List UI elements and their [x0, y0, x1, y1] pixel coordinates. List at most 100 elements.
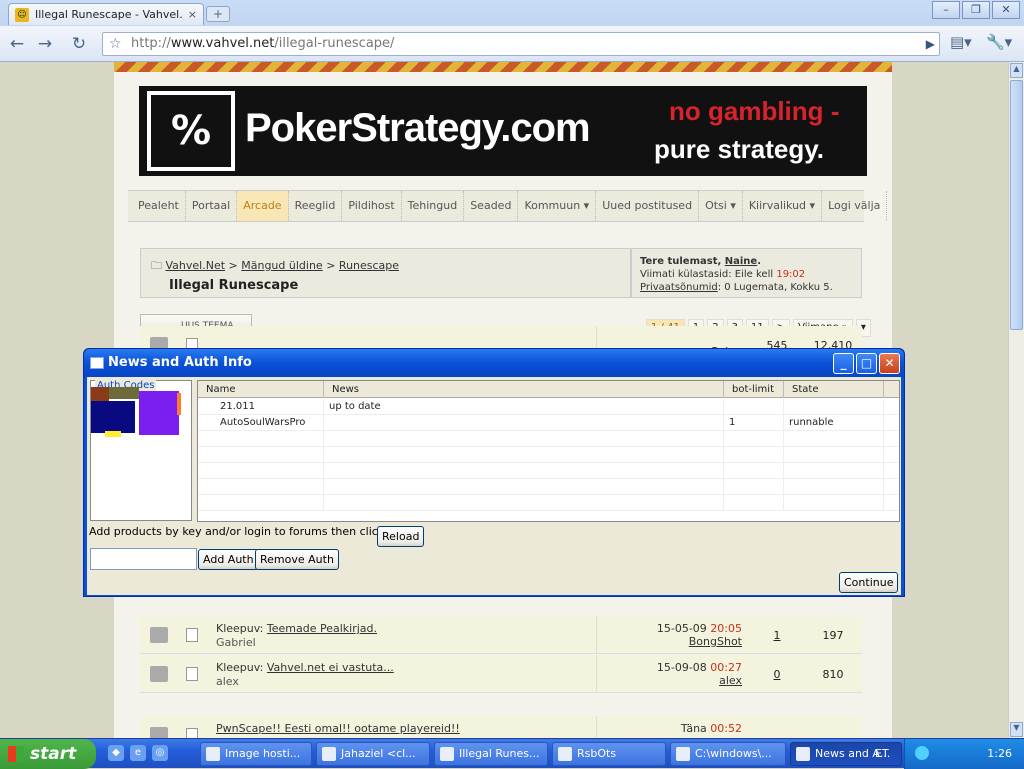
- ad-banner[interactable]: % PokerStrategy.com no gambling - pure s…: [139, 86, 867, 176]
- taskbar-item[interactable]: Jahaziel <cl...: [316, 742, 430, 766]
- cell-botlimit: 1: [724, 415, 784, 431]
- table-row[interactable]: [198, 463, 899, 479]
- taskbar-item[interactable]: Image hosti...: [200, 742, 312, 766]
- nav-item[interactable]: Kommuun ▾: [518, 191, 597, 221]
- reload-button[interactable]: Reload: [377, 526, 425, 547]
- nav-item[interactable]: Reeglid: [289, 191, 343, 221]
- last-post-time: 20:05: [710, 622, 742, 635]
- tray-icon[interactable]: [915, 746, 929, 760]
- column-header[interactable]: bot-limit: [724, 381, 784, 398]
- column-header[interactable]: Name: [198, 381, 324, 398]
- dialog-minimize-button[interactable]: _: [833, 353, 854, 374]
- table-row[interactable]: [198, 479, 899, 495]
- thread-link[interactable]: PwnScape!! Eesti omal!! ootame playereid…: [216, 722, 460, 735]
- quick-launch-icon[interactable]: ◎: [152, 745, 168, 761]
- column-header[interactable]: News: [324, 381, 724, 398]
- dialog-maximize-button[interactable]: □: [856, 353, 877, 374]
- folder-icon: 🗀: [151, 259, 166, 272]
- minimize-button[interactable]: –: [932, 1, 960, 19]
- banner-slogan-2: pure strategy.: [654, 134, 825, 164]
- private-messages-link[interactable]: Privaatsõnumid: [640, 282, 718, 293]
- reply-count-link[interactable]: 1: [754, 629, 800, 642]
- browser-tab[interactable]: ☺ Illegal Runescape - Vahvel.... ×: [8, 3, 204, 25]
- scroll-up-icon[interactable]: ▲: [1010, 63, 1023, 78]
- auth-code-input[interactable]: [90, 548, 197, 570]
- last-post-info: 15-09-08 00:27 alex: [650, 661, 742, 687]
- cell-botlimit: [724, 399, 784, 415]
- address-bar[interactable]: ☆ http://www.vahvel.net/illegal-runescap…: [102, 32, 940, 56]
- url-host: www.vahvel.net: [170, 36, 275, 51]
- username-link[interactable]: Naine: [725, 256, 757, 267]
- wrench-menu-icon[interactable]: 🔧▾: [986, 33, 1012, 51]
- thread-link[interactable]: Teemade Pealkirjad.: [267, 622, 377, 635]
- auth-codes-panel[interactable]: Auth Codes: [90, 380, 192, 521]
- scroll-thumb[interactable]: [1010, 80, 1023, 330]
- taskbar-item[interactable]: Illegal Runes...: [434, 742, 548, 766]
- browser-toolbar: ← → ↻ ☆ http://www.vahvel.net/illegal-ru…: [0, 26, 1024, 62]
- table-row[interactable]: AutoSoulWarsPro 1 runnable: [198, 415, 899, 431]
- scroll-down-icon[interactable]: ▼: [1010, 722, 1023, 737]
- go-arrow-icon[interactable]: ▶: [926, 33, 935, 55]
- maximize-button[interactable]: ❐: [962, 1, 990, 19]
- nav-item[interactable]: Otsi ▾: [699, 191, 743, 221]
- dialog-titlebar[interactable]: News and Auth Info _ □ ✕: [84, 349, 904, 377]
- thread-row: Kleepuv: Teemade Pealkirjad. Gabriel 15-05…: [140, 616, 862, 654]
- table-row[interactable]: 21.011 up to date: [198, 399, 899, 415]
- breadcrumb-level1-link[interactable]: Mängud üldine: [241, 259, 322, 272]
- back-arrow-icon[interactable]: ←: [4, 31, 30, 57]
- forward-arrow-icon[interactable]: →: [32, 31, 58, 57]
- thread-prefix: Kleepuv:: [216, 622, 267, 635]
- cell-news: up to date: [324, 399, 724, 415]
- thread-link[interactable]: Vahvel.net ei vastuta...: [267, 661, 394, 674]
- nav-item[interactable]: Arcade: [237, 191, 289, 221]
- close-window-button[interactable]: ✕: [992, 1, 1020, 19]
- dialog-close-button[interactable]: ✕: [879, 353, 900, 374]
- column-header[interactable]: State: [784, 381, 884, 398]
- taskbar-item[interactable]: RsbOts: [552, 742, 666, 766]
- remove-auth-button[interactable]: Remove Auth: [255, 549, 339, 570]
- breadcrumb: 🗀 Vahvel.Net > Mängud üldine > Runescape…: [140, 248, 631, 298]
- thread-doc-icon: [186, 667, 198, 681]
- nav-item[interactable]: Portaal: [186, 191, 238, 221]
- quick-launch-icon[interactable]: ◆: [108, 745, 124, 761]
- table-row[interactable]: [198, 431, 899, 447]
- reply-count-link[interactable]: 0: [754, 668, 800, 681]
- taskbar-item[interactable]: C:\windows\...: [670, 742, 786, 766]
- page-title: Illegal Runescape: [169, 278, 299, 293]
- tab-close-icon[interactable]: ×: [188, 8, 197, 21]
- bookmark-star-icon[interactable]: ☆: [109, 33, 122, 55]
- last-post-user-link[interactable]: alex: [719, 674, 742, 687]
- url-prefix: http://: [131, 36, 171, 51]
- nav-item[interactable]: Pealeht: [132, 191, 186, 221]
- nav-item[interactable]: Tehingud: [402, 191, 465, 221]
- table-row[interactable]: [198, 447, 899, 463]
- column-divider: [596, 716, 597, 738]
- cell-news: [324, 447, 724, 463]
- nav-item[interactable]: Pildihost: [342, 191, 402, 221]
- ie-icon[interactable]: e: [130, 745, 146, 761]
- breadcrumb-level2-link[interactable]: Runescape: [339, 259, 399, 272]
- nav-item[interactable]: Uued postitused: [596, 191, 700, 221]
- reload-icon[interactable]: ↻: [66, 31, 92, 57]
- page-menu-icon[interactable]: ▤▾: [950, 33, 972, 51]
- new-tab-button[interactable]: +: [206, 6, 230, 22]
- breadcrumb-home-link[interactable]: Vahvel.Net: [166, 259, 226, 272]
- add-auth-button[interactable]: Add Auth: [198, 549, 259, 570]
- dialog-body: Auth Codes Name News bot-limit State 21.011…: [87, 377, 901, 595]
- last-visit-time: 19:02: [776, 269, 806, 280]
- continue-button[interactable]: Continue: [839, 572, 899, 593]
- cell-botlimit: [724, 495, 784, 511]
- table-row[interactable]: [198, 495, 899, 511]
- last-post-user-link[interactable]: BongShot: [689, 635, 742, 648]
- nav-item[interactable]: Logi välja: [822, 191, 888, 221]
- dialog-controls: _ □ ✕: [833, 353, 900, 374]
- thread-row: Kleepuv: Vahvel.net ei vastuta... alex 15-…: [140, 655, 862, 693]
- taskbar-item-label: C:\windows\...: [695, 747, 772, 760]
- browser-chrome: ☺ Illegal Runescape - Vahvel.... × + – ❐…: [0, 0, 1024, 62]
- nav-item[interactable]: Kiirvalikud ▾: [743, 191, 823, 221]
- page-scrollbar[interactable]: ▲ ▼: [1008, 62, 1024, 738]
- language-indicator[interactable]: ET: [875, 747, 889, 760]
- nav-item[interactable]: Seaded: [464, 191, 519, 221]
- app-icon: [440, 747, 454, 761]
- start-button[interactable]: start: [0, 739, 96, 769]
